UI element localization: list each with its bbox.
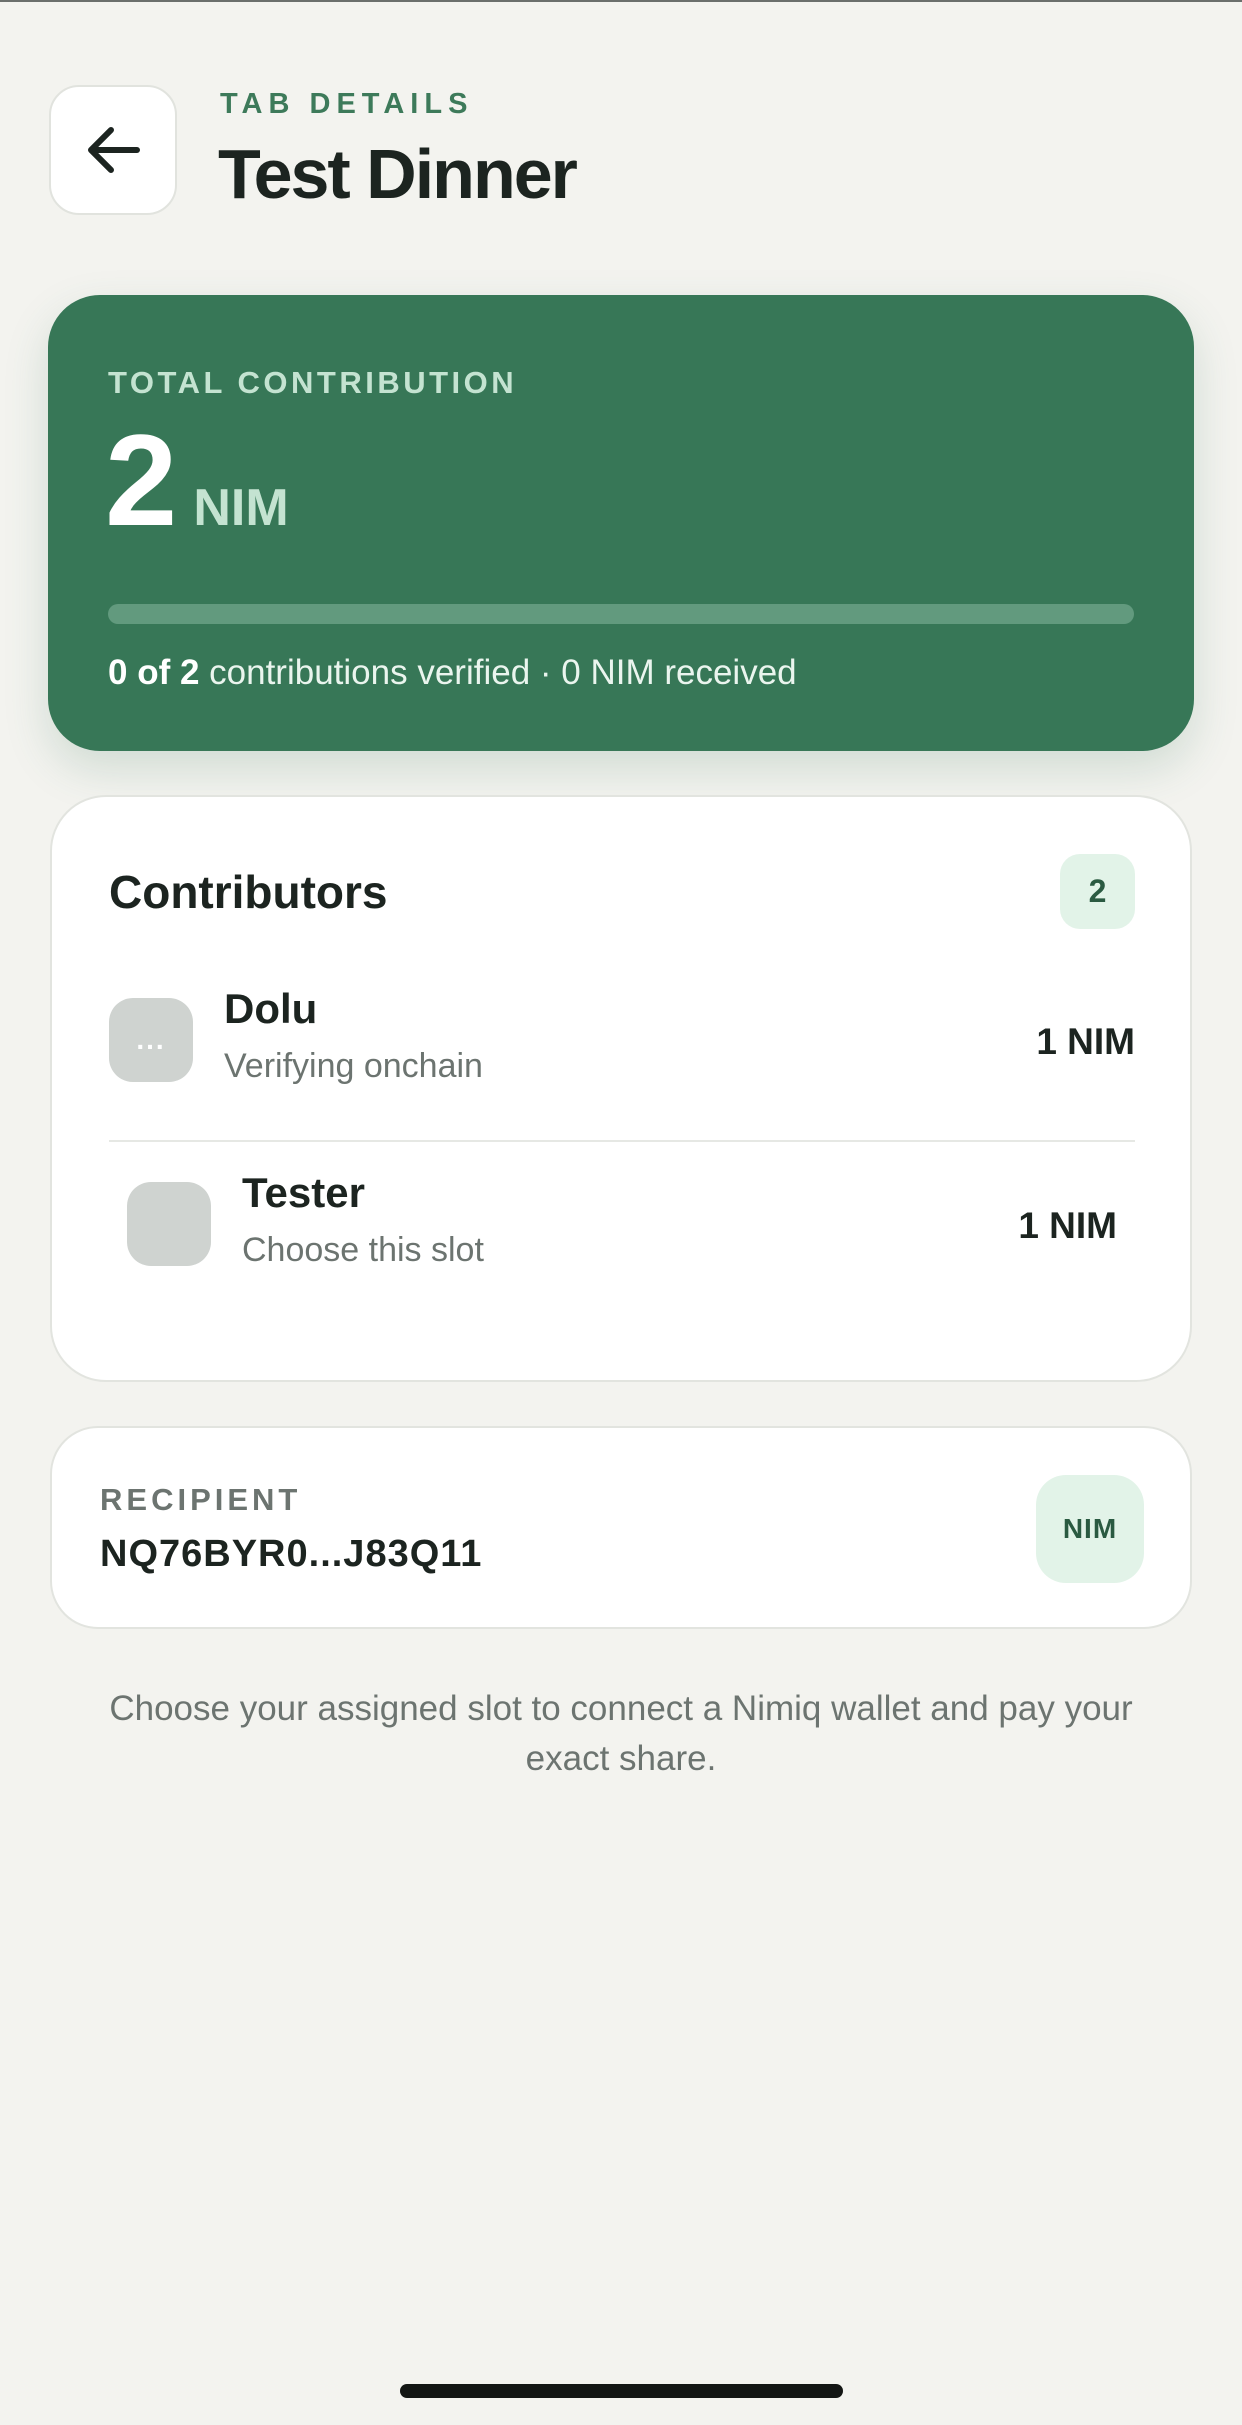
footer-instructions: Choose your assigned slot to connect a N… bbox=[109, 1689, 1133, 1778]
home-indicator bbox=[400, 2384, 843, 2398]
contributors-title: Contributors bbox=[109, 866, 388, 918]
contributors-count-badge: 2 bbox=[1060, 854, 1135, 929]
top-divider bbox=[0, 0, 1242, 2]
contributor-row-dolu[interactable]: ... Dolu Verifying onchain 1 NIM bbox=[109, 985, 1135, 1095]
back-button[interactable] bbox=[49, 85, 177, 215]
total-contribution-label: TOTAL CONTRIBUTION bbox=[108, 365, 518, 400]
contributors-card: Contributors 2 ... Dolu Verifying onchai… bbox=[50, 795, 1192, 1382]
contributor-name: Tester bbox=[242, 1169, 365, 1216]
contributor-avatar bbox=[127, 1182, 211, 1266]
contributor-status: Choose this slot bbox=[242, 1231, 484, 1269]
verified-count: 0 of 2 bbox=[108, 653, 200, 692]
page-title: Test Dinner bbox=[218, 135, 578, 213]
contributor-status: Verifying onchain bbox=[224, 1047, 483, 1085]
total-amount: 2 NIM bbox=[105, 415, 289, 545]
total-contribution-card: TOTAL CONTRIBUTION 2 NIM 0 of 2 contribu… bbox=[48, 295, 1194, 751]
contributor-row-tester[interactable]: Tester Choose this slot 1 NIM bbox=[127, 1169, 1117, 1279]
page-eyebrow: TAB DETAILS bbox=[220, 88, 474, 120]
contributor-name: Dolu bbox=[224, 985, 318, 1032]
recipient-address: NQ76BYR0...J83Q11 bbox=[100, 1533, 483, 1575]
total-amount-value: 2 bbox=[105, 407, 178, 553]
arrow-left-icon bbox=[88, 127, 140, 173]
verification-summary: 0 of 2 contributions verified · 0 NIM re… bbox=[108, 653, 797, 693]
contributor-amount: 1 NIM bbox=[1036, 1021, 1135, 1062]
contributor-avatar-pending: ... bbox=[109, 998, 193, 1082]
currency-badge: NIM bbox=[1036, 1475, 1144, 1583]
contributor-amount: 1 NIM bbox=[1018, 1205, 1117, 1246]
verified-suffix: contributions verified · 0 NIM received bbox=[209, 653, 797, 692]
recipient-label: RECIPIENT bbox=[100, 1482, 302, 1517]
total-amount-unit: NIM bbox=[193, 479, 289, 537]
recipient-card: RECIPIENT NQ76BYR0...J83Q11 NIM bbox=[50, 1426, 1192, 1629]
row-divider bbox=[109, 1140, 1135, 1142]
verification-progress-bar bbox=[108, 604, 1134, 624]
